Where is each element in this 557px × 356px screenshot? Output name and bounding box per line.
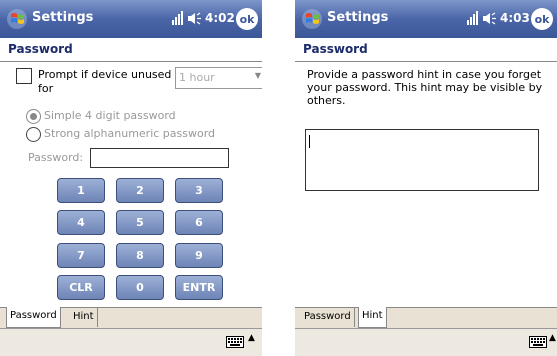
clock-time[interactable]: 4:03	[500, 11, 530, 25]
menu-bar	[295, 328, 557, 356]
key-3[interactable]: 3	[175, 178, 223, 203]
tab-password[interactable]: Password	[301, 308, 355, 327]
ok-button[interactable]: ok	[531, 8, 553, 30]
key-4[interactable]: 4	[57, 210, 105, 235]
key-8[interactable]: 8	[116, 243, 164, 268]
hint-textarea[interactable]	[305, 129, 539, 191]
password-screen: Settings 4:02 ok Password Prompt if devi…	[0, 0, 262, 356]
clock-time[interactable]: 4:02	[205, 11, 235, 25]
speaker-icon[interactable]	[482, 12, 497, 25]
keyboard-icon[interactable]	[226, 336, 244, 348]
key-enter[interactable]: ENTR	[175, 275, 223, 300]
radio-button[interactable]	[26, 127, 41, 142]
key-0[interactable]: 0	[116, 275, 164, 300]
timeout-dropdown[interactable]: 1 hour ▼	[175, 67, 262, 89]
tab-strip: Password Hint	[295, 307, 557, 328]
key-5[interactable]: 5	[116, 210, 164, 235]
app-title: Settings	[32, 10, 94, 25]
key-6[interactable]: 6	[175, 210, 223, 235]
title-bar: Settings 4:03 ok	[295, 0, 557, 38]
key-9[interactable]: 9	[175, 243, 223, 268]
tab-hint[interactable]: Hint	[70, 308, 98, 327]
tab-hint[interactable]: Hint	[358, 307, 387, 328]
radio-label: Strong alphanumeric password	[44, 127, 216, 140]
password-label: Password:	[28, 151, 84, 164]
text-caret	[309, 135, 310, 148]
password-input[interactable]	[90, 148, 229, 168]
menu-bar	[0, 328, 262, 356]
prompt-label: Prompt if device unused for	[38, 68, 172, 95]
windows-flag-icon[interactable]	[301, 8, 323, 30]
hint-screen: Settings 4:03 ok Password Provide a pass…	[295, 0, 557, 356]
prompt-checkbox[interactable]	[16, 68, 32, 84]
divider	[0, 61, 262, 62]
keyboard-icon[interactable]	[529, 336, 547, 348]
ok-button[interactable]: ok	[236, 8, 258, 30]
tab-password[interactable]: Password	[6, 307, 61, 328]
key-2[interactable]: 2	[116, 178, 164, 203]
page-title: Password	[8, 42, 73, 56]
signal-icon[interactable]	[467, 11, 479, 25]
app-title: Settings	[327, 10, 389, 25]
windows-flag-icon[interactable]	[6, 8, 28, 30]
up-arrow-icon[interactable]: ▲	[248, 333, 255, 343]
dropdown-value: 1 hour	[179, 71, 215, 84]
chevron-down-icon: ▼	[254, 71, 261, 80]
speaker-icon[interactable]	[187, 12, 202, 25]
signal-icon[interactable]	[172, 11, 184, 25]
radio-button[interactable]	[26, 109, 41, 124]
key-1[interactable]: 1	[57, 178, 105, 203]
divider	[295, 61, 557, 62]
hint-instructions: Provide a password hint in case you forg…	[307, 68, 543, 107]
key-clear[interactable]: CLR	[57, 275, 105, 300]
radio-label: Simple 4 digit password	[44, 109, 176, 122]
up-arrow-icon[interactable]: ▲	[549, 333, 556, 343]
key-7[interactable]: 7	[57, 243, 105, 268]
title-bar: Settings 4:02 ok	[0, 0, 262, 38]
page-title: Password	[303, 42, 368, 56]
tab-strip: Password Hint	[0, 307, 262, 328]
